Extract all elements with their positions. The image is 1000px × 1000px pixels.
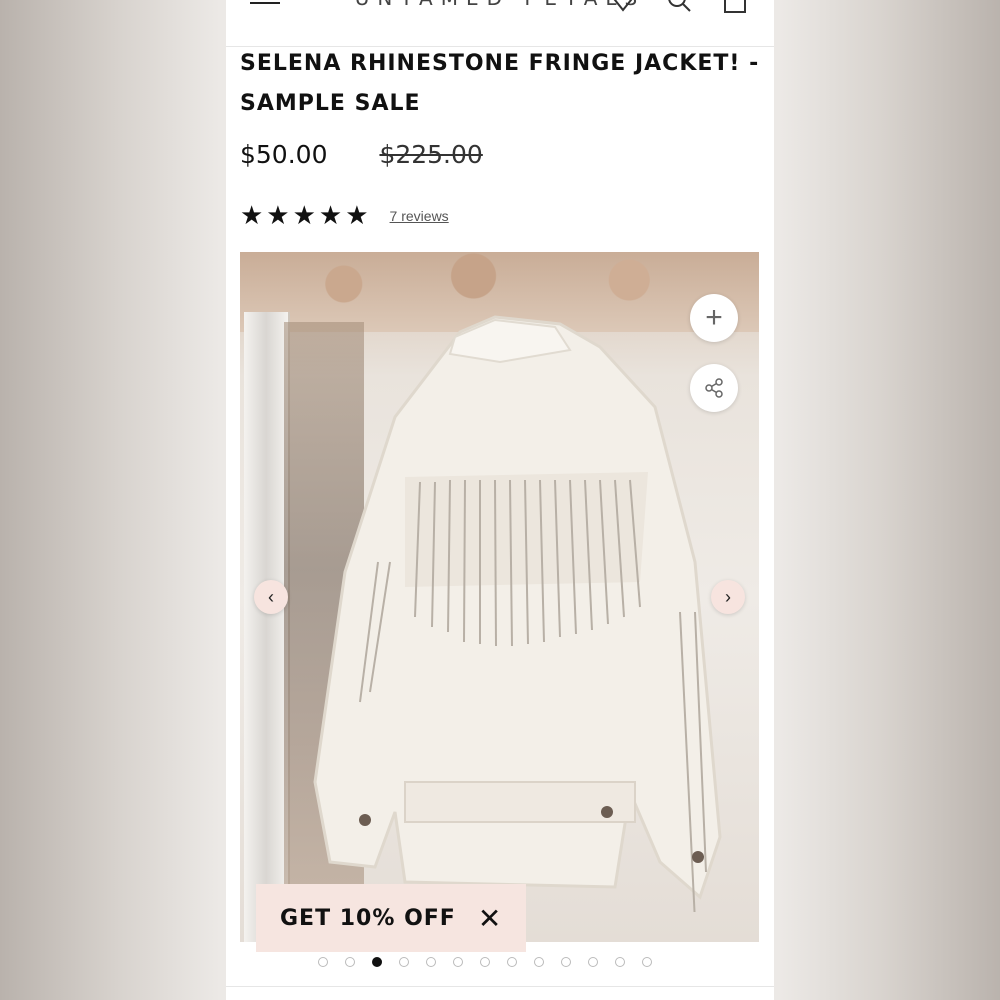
reviews-link[interactable]: 7 reviews xyxy=(390,208,449,224)
gallery-dot[interactable] xyxy=(426,957,436,967)
product-title: SELENA RHINESTONE FRINGE JACKET! - SAMPL… xyxy=(240,51,760,116)
top-navigation: UNTAMED PETALS xyxy=(226,0,774,47)
gallery-dot[interactable] xyxy=(588,957,598,967)
gallery-dot[interactable] xyxy=(642,957,652,967)
gallery-dot[interactable] xyxy=(345,957,355,967)
share-icon xyxy=(705,378,723,398)
discount-promo-banner[interactable]: GET 10% OFF ✕ xyxy=(256,884,526,952)
gallery-dot[interactable] xyxy=(561,957,571,967)
star-rating: ★★★★★ xyxy=(240,200,372,230)
close-icon[interactable]: ✕ xyxy=(478,902,502,935)
gallery-pagination xyxy=(318,957,652,967)
rating-row: ★★★★★ 7 reviews xyxy=(240,200,449,231)
sale-price: $50.00 xyxy=(240,140,328,169)
divider xyxy=(226,986,774,987)
gallery-dot[interactable] xyxy=(318,957,328,967)
product-page: UNTAMED PETALS SELENA RHINESTONE FRINGE … xyxy=(226,0,774,1000)
bag-icon[interactable] xyxy=(720,0,750,16)
product-image-gallery[interactable]: + ‹ › xyxy=(240,252,759,942)
header-actions xyxy=(608,0,750,16)
promo-label[interactable]: GET 10% OFF xyxy=(280,906,456,931)
previous-image-button[interactable]: ‹ xyxy=(254,580,288,614)
gallery-dot[interactable] xyxy=(534,957,544,967)
gallery-dot[interactable] xyxy=(372,957,382,967)
jacket-image xyxy=(313,315,722,912)
share-button[interactable] xyxy=(690,364,738,412)
zoom-button[interactable]: + xyxy=(690,294,738,342)
gallery-dot[interactable] xyxy=(507,957,517,967)
gallery-dot[interactable] xyxy=(480,957,490,967)
compare-price: $225.00 xyxy=(379,140,483,169)
gallery-dot[interactable] xyxy=(453,957,463,967)
search-icon[interactable] xyxy=(664,0,694,16)
gallery-dot[interactable] xyxy=(615,957,625,967)
price-row: $50.00 $225.00 xyxy=(240,140,483,169)
heart-icon[interactable] xyxy=(608,0,638,16)
next-image-button[interactable]: › xyxy=(711,580,745,614)
gallery-dot[interactable] xyxy=(399,957,409,967)
